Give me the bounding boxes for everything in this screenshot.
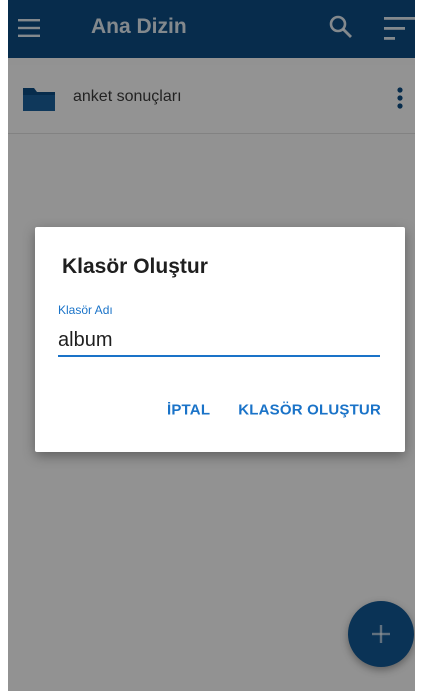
create-folder-dialog: Klasör Oluştur Klasör Adı İPTAL KLASÖR O…: [35, 227, 405, 452]
app-screen: Ana Dizin anket sonuçları Klasör Oluştur…: [8, 0, 415, 691]
dialog-actions: İPTAL KLASÖR OLUŞTUR: [167, 402, 381, 419]
cancel-button[interactable]: İPTAL: [167, 402, 210, 419]
folder-name-label: Klasör Adı: [58, 303, 113, 317]
folder-name-input[interactable]: [58, 325, 380, 357]
dialog-title: Klasör Oluştur: [62, 255, 208, 278]
create-folder-button[interactable]: KLASÖR OLUŞTUR: [238, 402, 381, 419]
